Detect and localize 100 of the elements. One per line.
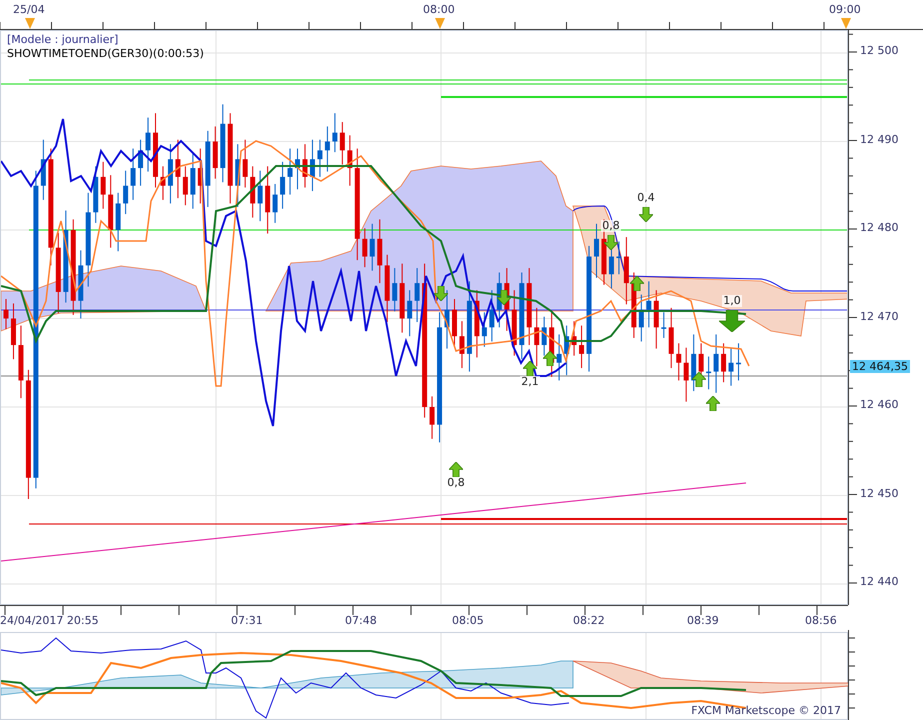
price-label: 12 460 xyxy=(860,398,898,411)
current-price-tag: 12 464,35 xyxy=(850,360,910,372)
time-label: 07:48 xyxy=(345,614,377,627)
candle xyxy=(579,325,584,369)
candle xyxy=(40,139,46,200)
candle xyxy=(444,290,450,350)
candle xyxy=(624,236,629,305)
price-label: 12 500 xyxy=(860,44,898,57)
arrow-down-icon xyxy=(639,206,653,222)
candle xyxy=(616,241,622,275)
candle xyxy=(572,320,577,356)
time-label: 08:56 xyxy=(805,614,837,627)
candle xyxy=(100,161,106,210)
arrow-up-icon xyxy=(449,462,463,476)
candle xyxy=(138,139,144,186)
candle xyxy=(691,334,696,392)
candle xyxy=(160,166,166,200)
candle xyxy=(728,347,734,386)
model-label: [Modele : journalier] xyxy=(7,33,120,47)
candle xyxy=(452,298,457,348)
time-label: 08:39 xyxy=(687,614,719,627)
time-label: 24/04/2017 20:55 xyxy=(0,614,99,627)
candle xyxy=(370,223,375,272)
time-label: 25/04 xyxy=(13,3,45,16)
candle xyxy=(661,312,666,338)
signal-value: 2,1 xyxy=(520,376,540,388)
arrow-down-icon xyxy=(719,310,745,332)
price-label: 12 470 xyxy=(860,310,898,322)
arrow-up-icon xyxy=(543,350,557,366)
copyright-text: FXCM Marketscope © 2017 xyxy=(691,704,841,717)
arrow-down-icon xyxy=(434,286,448,300)
candle xyxy=(272,183,278,224)
candle xyxy=(302,144,308,188)
candle xyxy=(347,134,352,186)
candle xyxy=(280,161,286,210)
candle xyxy=(332,112,338,153)
candle xyxy=(459,320,464,369)
candle xyxy=(400,263,405,334)
candle xyxy=(489,290,494,342)
candle xyxy=(265,166,270,234)
candle xyxy=(638,294,644,342)
candle xyxy=(646,280,652,328)
candle xyxy=(130,148,136,200)
candle xyxy=(542,316,547,356)
candle xyxy=(146,117,151,172)
candle xyxy=(190,152,196,210)
candle xyxy=(654,290,659,350)
candle xyxy=(594,223,599,278)
arrow-up-icon xyxy=(692,372,706,386)
marker-icon xyxy=(435,18,445,29)
time-label: 08:05 xyxy=(452,614,484,627)
candle xyxy=(721,342,726,383)
price-label: 12 490 xyxy=(860,132,898,146)
signal-value: 0,8 xyxy=(601,220,621,232)
candle xyxy=(430,396,435,440)
arrow-up-icon xyxy=(523,360,537,376)
candle xyxy=(362,228,368,268)
candle xyxy=(212,126,218,180)
candle xyxy=(78,250,84,319)
candle xyxy=(414,268,420,323)
candle xyxy=(242,139,248,188)
candle xyxy=(714,334,719,394)
candle xyxy=(288,148,293,196)
candle xyxy=(407,290,412,337)
signal-value: 0,4 xyxy=(636,192,656,204)
arrow-down-icon xyxy=(497,290,511,304)
price-label: 12 450 xyxy=(860,486,898,500)
time-label: 08:00 xyxy=(423,3,455,16)
candle xyxy=(392,268,398,312)
candle xyxy=(676,342,682,381)
candle xyxy=(684,347,689,402)
candle xyxy=(340,122,345,165)
time-label: 08:22 xyxy=(573,614,605,627)
arrow-up-icon xyxy=(630,276,644,290)
candle xyxy=(310,139,315,192)
indicator-label: SHOWTIMETOEND(GER30)(0:00:53) xyxy=(7,47,204,61)
marker-icon xyxy=(25,18,35,29)
candle xyxy=(258,170,263,222)
candle xyxy=(168,144,173,204)
candle xyxy=(482,312,487,348)
candle xyxy=(377,218,382,284)
candle xyxy=(512,290,517,356)
candle xyxy=(317,139,322,178)
price-label: 12 440 xyxy=(860,575,898,588)
candle xyxy=(182,166,188,206)
candle xyxy=(736,342,742,381)
candle xyxy=(123,170,128,215)
candle xyxy=(10,302,16,360)
price-label: 12 480 xyxy=(860,221,898,234)
candle xyxy=(250,166,256,218)
candle xyxy=(706,356,712,390)
candle xyxy=(324,126,330,172)
candle xyxy=(564,325,570,376)
marker-icon xyxy=(841,18,851,29)
candle xyxy=(93,166,98,224)
candle xyxy=(175,139,180,199)
time-label: 09:00 xyxy=(829,3,861,16)
candle xyxy=(668,307,674,369)
candle xyxy=(534,307,540,367)
candle xyxy=(384,254,390,323)
